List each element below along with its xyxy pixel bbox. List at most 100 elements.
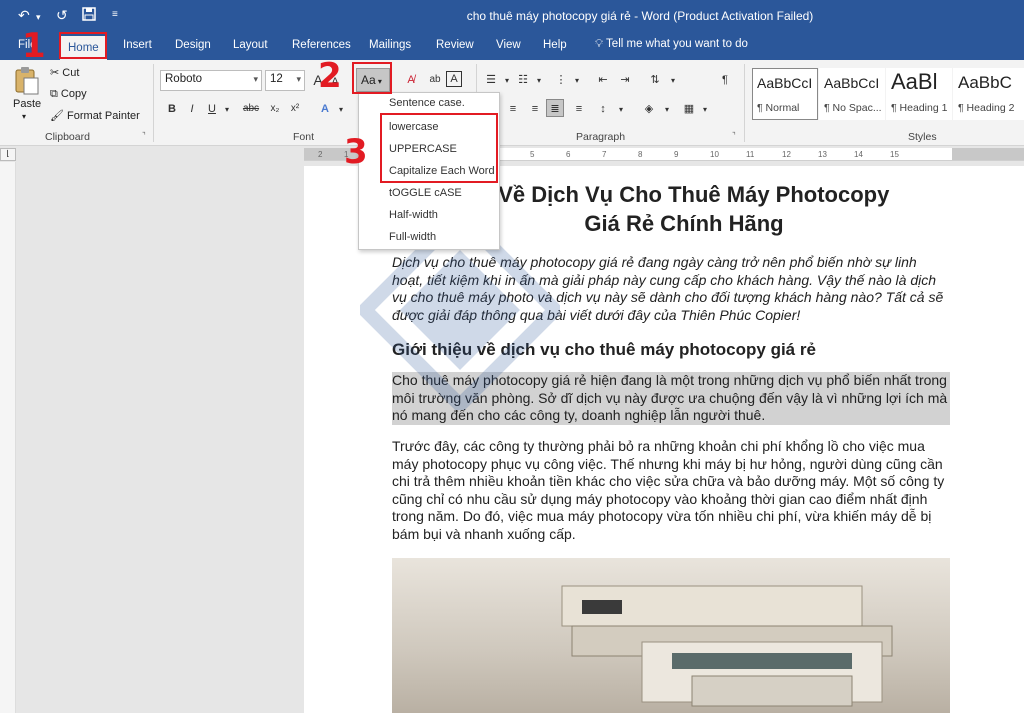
paragraph-group-label: Paragraph (576, 131, 626, 143)
style-normal[interactable]: AaBbCcI ¶ Normal (752, 68, 818, 120)
customize-icon[interactable]: ≡ (112, 9, 118, 20)
chevron-down-icon[interactable]: ▾ (664, 72, 682, 90)
menu-item-toggle-case[interactable]: tOGGLE cASE (389, 187, 462, 199)
menu-item-sentence-case[interactable]: Sentence case. (389, 97, 465, 109)
redo-icon[interactable]: ↺ (56, 7, 68, 24)
scissors-icon: ✂ (50, 67, 63, 79)
ribbon: Paste ▾ ✂ Cut ⧉ Copy 🖌︎ Format Painter C… (0, 60, 1024, 146)
sort-icon[interactable]: ⇅ (646, 71, 664, 89)
chevron-down-icon[interactable]: ▾ (612, 101, 630, 119)
annotation-box-case-options (380, 113, 498, 183)
ruler-mark: 13 (818, 150, 827, 159)
style-preview: AaBbCcI (757, 75, 813, 91)
copy-label: Copy (60, 88, 87, 100)
style-heading-1[interactable]: AaBl ¶ Heading 1 (886, 68, 952, 120)
body-paragraph[interactable]: Trước đây, các công ty thường phải bỏ ra… (392, 438, 950, 544)
chevron-down-icon[interactable]: ▾ (658, 101, 676, 119)
clipboard-launcher-icon[interactable]: ⌝ (142, 131, 146, 140)
copy-button[interactable]: ⧉ Copy (50, 88, 87, 101)
character-border-icon[interactable]: A (446, 71, 462, 87)
font-group-label: Font (293, 131, 315, 143)
style-name: ¶ No Spac... (824, 102, 882, 114)
superscript-button[interactable]: x² (286, 100, 304, 118)
cut-label: Cut (62, 67, 80, 79)
style-name: ¶ Normal (757, 102, 800, 114)
undo-icon[interactable]: ↶ (18, 7, 30, 24)
chevron-down-icon[interactable]: ▾ (696, 101, 714, 119)
photocopier-photo (392, 558, 950, 713)
copy-icon: ⧉ (50, 88, 61, 100)
bold-button[interactable]: B (163, 100, 181, 118)
title-bar: ↶ ▾ ↺ ≡ cho thuê máy photocopy giá rẻ - … (0, 0, 1024, 32)
tab-mailings[interactable]: Mailings (369, 38, 411, 58)
window-title: cho thuê máy photocopy giá rẻ - Word (Pr… (466, 9, 814, 23)
undo-dropdown-icon[interactable]: ▾ (36, 12, 41, 23)
menu-item-half-width[interactable]: Half-width (389, 209, 438, 221)
tab-selector-icon[interactable]: ⌊ (0, 148, 16, 161)
font-size-value: 12 (270, 73, 283, 85)
format-painter-button[interactable]: 🖌︎ Format Painter (50, 109, 140, 122)
shading-icon[interactable]: ◈ (640, 100, 658, 118)
tab-layout[interactable]: Layout (233, 38, 268, 58)
style-preview: AaBbCcI (824, 75, 880, 91)
cut-button[interactable]: ✂ Cut (50, 66, 79, 79)
ruler-margin-right (952, 148, 1024, 160)
chevron-down-icon[interactable]: ▾ (332, 101, 350, 119)
ruler-mark: 5 (530, 150, 535, 159)
strikethrough-button[interactable]: abc (240, 100, 262, 118)
style-preview: AaBl (891, 69, 938, 94)
style-preview: AaBbC (958, 73, 1012, 92)
chevron-down-icon: ▾ (296, 74, 301, 84)
ruler-mark: 11 (746, 150, 755, 159)
tab-help[interactable]: Help (543, 38, 567, 58)
phonetic-guide-icon[interactable]: ab (426, 71, 444, 89)
align-center-icon[interactable]: ≡ (504, 100, 522, 118)
decrease-indent-icon[interactable]: ⇤ (594, 71, 612, 89)
style-heading-2[interactable]: AaBbC ¶ Heading 2 (953, 68, 1024, 120)
ruler-mark: 7 (602, 150, 607, 159)
separator (153, 64, 154, 142)
paste-dropdown-icon[interactable]: ▾ (22, 112, 26, 121)
paintbrush-icon: 🖌︎ (50, 110, 68, 122)
tab-view[interactable]: View (496, 38, 521, 58)
annotation-number-2: 2 (318, 56, 342, 96)
show-formatting-icon[interactable]: ¶ (716, 71, 734, 89)
annotation-number-1: 1 (22, 26, 46, 66)
annotation-box-home (59, 32, 107, 59)
tell-me-search[interactable]: 💡︎ Tell me what you want to do (595, 38, 748, 51)
save-icon[interactable] (82, 7, 96, 24)
style-name: ¶ Heading 2 (958, 102, 1015, 114)
lightbulb-icon: 💡︎ (595, 38, 607, 50)
tell-me-label: Tell me what you want to do (606, 38, 748, 50)
line-spacing-icon[interactable]: ↕ (594, 100, 612, 118)
chevron-down-icon[interactable]: ▾ (530, 72, 548, 90)
chevron-down-icon: ▾ (253, 74, 258, 84)
tab-references[interactable]: References (292, 38, 351, 58)
increase-indent-icon[interactable]: ⇥ (616, 71, 634, 89)
menu-item-full-width[interactable]: Full-width (389, 231, 436, 243)
paste-label[interactable]: Paste (13, 98, 41, 110)
font-size-box[interactable]: 12 ▾ (265, 70, 305, 91)
underline-dropdown-icon[interactable]: ▾ (218, 101, 236, 119)
tab-insert[interactable]: Insert (123, 38, 152, 58)
clear-formatting-icon[interactable]: A̸ (402, 71, 420, 89)
chevron-down-icon[interactable]: ▾ (568, 72, 586, 90)
subscript-button[interactable]: x₂ (266, 100, 284, 118)
italic-button[interactable]: I (183, 100, 201, 118)
clipboard-icon (15, 67, 39, 95)
styles-group-label: Styles (908, 131, 937, 143)
ruler-mark: 8 (638, 150, 643, 159)
distributed-icon[interactable]: ≡ (570, 100, 588, 118)
tab-review[interactable]: Review (436, 38, 474, 58)
vertical-ruler[interactable] (0, 162, 16, 713)
ruler-mark: 9 (674, 150, 679, 159)
justify-icon[interactable]: ≣ (546, 99, 564, 117)
paragraph-launcher-icon[interactable]: ⌝ (732, 131, 736, 140)
paste-button[interactable] (12, 66, 42, 98)
font-name-box[interactable]: Roboto ▾ (160, 70, 262, 91)
style-no-spacing[interactable]: AaBbCcI ¶ No Spac... (819, 68, 885, 120)
align-right-icon[interactable]: ≡ (526, 100, 544, 118)
font-name-value: Roboto (165, 73, 203, 85)
format-painter-label: Format Painter (67, 110, 140, 122)
tab-design[interactable]: Design (175, 38, 211, 58)
